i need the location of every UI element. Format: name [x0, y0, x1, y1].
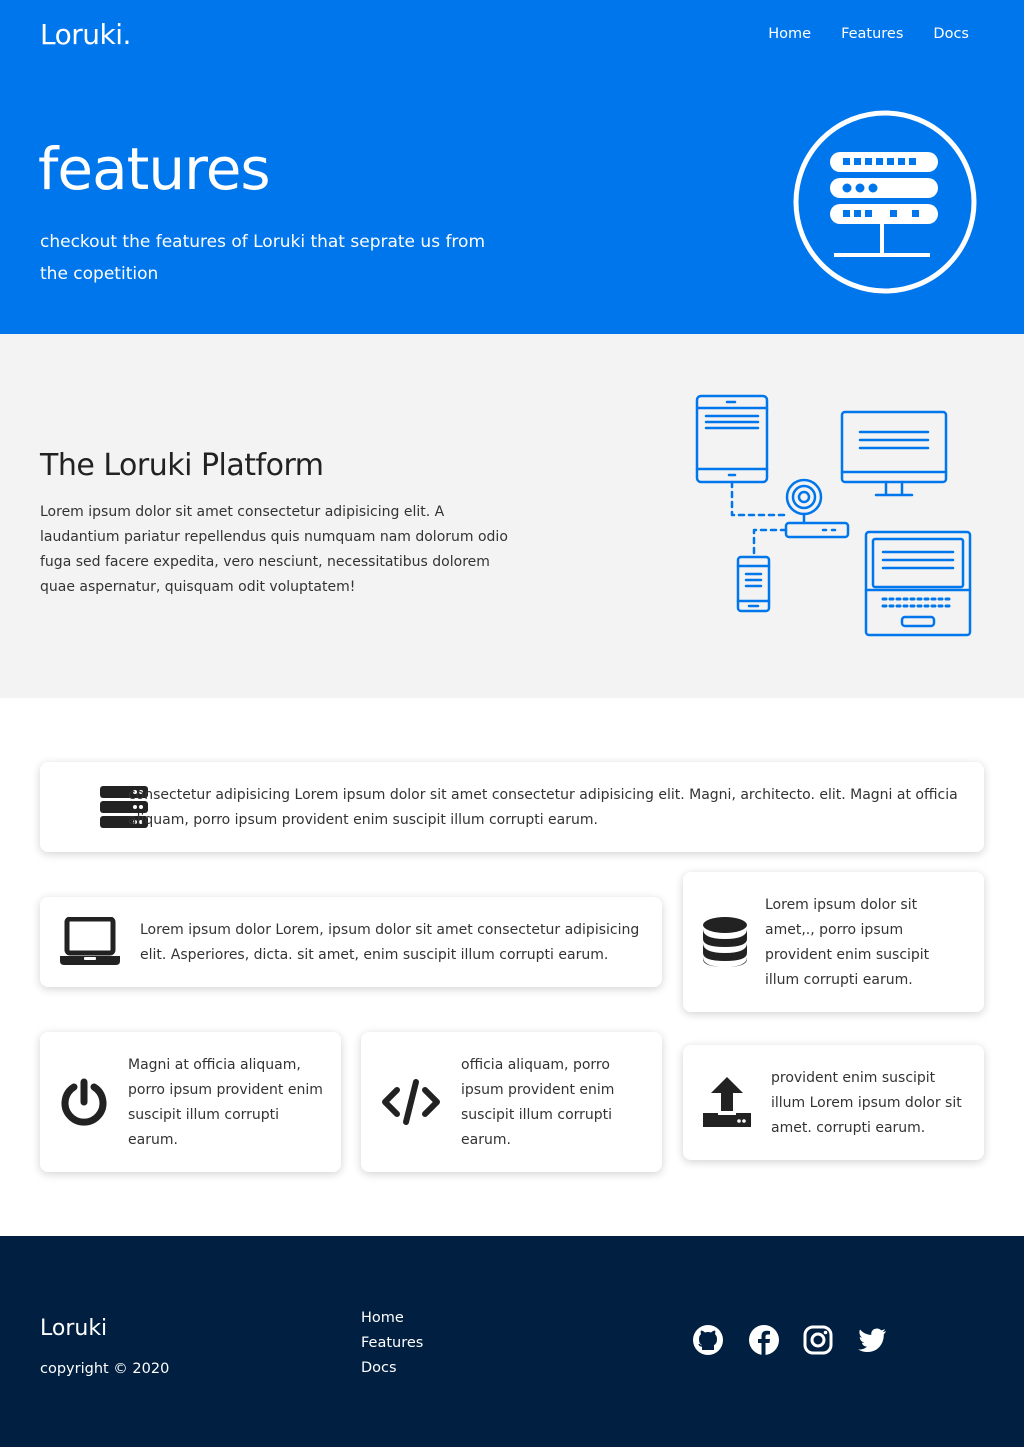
github-icon[interactable] — [692, 1324, 724, 1356]
feature-card: Lorem ipsum dolor sit amet,., porro ipsu… — [683, 872, 984, 1012]
footer-link-features[interactable]: Features — [361, 1331, 423, 1356]
hero-section: Loruki. Home Features Docs features chec… — [0, 0, 1024, 334]
feature-text: Lorem ipsum dolor Lorem, ipsum dolor sit… — [140, 922, 640, 963]
upload-icon — [703, 1077, 751, 1127]
power-icon — [61, 1078, 107, 1126]
main-nav: Home Features Docs — [768, 26, 969, 42]
feature-card: Lorem ipsum dolor Lorem, ipsum dolor sit… — [40, 897, 662, 987]
server-circle-icon — [793, 110, 977, 294]
twitter-icon[interactable] — [856, 1324, 888, 1356]
feature-card: provident enim suscipit illum Lorem ipsu… — [683, 1045, 984, 1160]
footer-link-home[interactable]: Home — [361, 1306, 423, 1331]
feature-text: Lorem ipsum dolor sit amet,., porro ipsu… — [765, 897, 930, 988]
footer: Loruki copyright © 2020 Home Features Do… — [0, 1236, 1024, 1447]
facebook-icon[interactable] — [748, 1324, 780, 1356]
nav-link-home[interactable]: Home — [768, 26, 811, 42]
feature-text: officia aliquam, porro ipsum provident e… — [461, 1057, 615, 1148]
footer-copyright: copyright © 2020 — [40, 1361, 170, 1377]
database-icon — [703, 917, 747, 967]
nav-link-features[interactable]: Features — [841, 26, 903, 42]
brand-logo[interactable]: Loruki. — [40, 18, 131, 51]
feature-text: Magni at officia aliquam, porro ipsum pr… — [128, 1057, 323, 1148]
nav-link-docs[interactable]: Docs — [933, 26, 969, 42]
feature-card: officia aliquam, porro ipsum provident e… — [361, 1032, 662, 1172]
platform-section: The Loruki Platform Lorem ipsum dolor si… — [0, 334, 1024, 698]
feature-card: Magni at officia aliquam, porro ipsum pr… — [40, 1032, 341, 1172]
feature-card: consectetur adipisicing Lorem ipsum dolo… — [40, 762, 984, 852]
platform-title: The Loruki Platform — [40, 448, 324, 483]
laptop-icon — [60, 917, 120, 965]
platform-description: Lorem ipsum dolor sit amet consectetur a… — [40, 504, 508, 595]
feature-text: consectetur adipisicing Lorem ipsum dolo… — [128, 787, 958, 828]
code-icon — [382, 1079, 440, 1125]
page-title: features — [38, 135, 271, 203]
instagram-icon[interactable] — [802, 1324, 834, 1356]
hero-subtitle: checkout the features of Loruki that sep… — [40, 232, 486, 284]
connected-devices-illustration — [695, 394, 972, 637]
footer-brand: Loruki — [40, 1316, 108, 1341]
footer-link-docs[interactable]: Docs — [361, 1356, 423, 1381]
footer-links: Home Features Docs — [361, 1306, 423, 1381]
feature-text: provident enim suscipit illum Lorem ipsu… — [771, 1070, 962, 1136]
